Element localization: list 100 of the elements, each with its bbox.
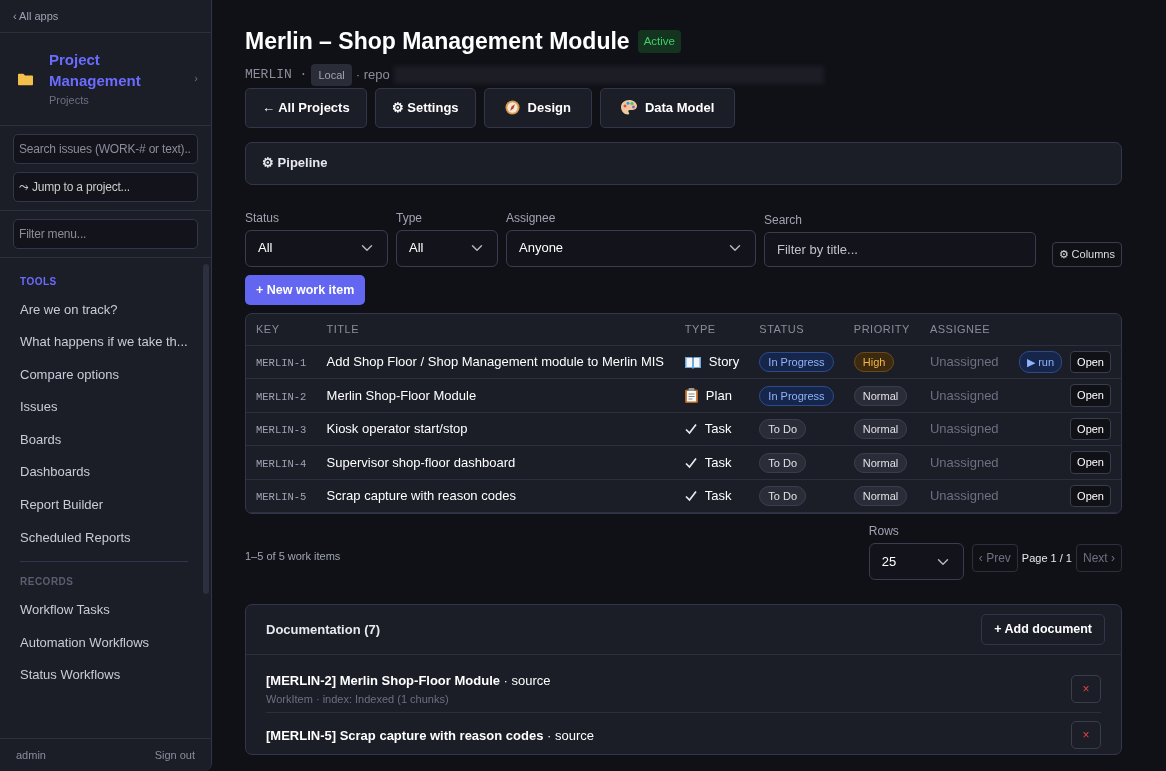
chevron-icon[interactable]: › <box>194 70 198 87</box>
items-summary: 1–5 of 5 work items <box>245 548 341 564</box>
priority-pill: High <box>853 352 895 373</box>
app-subtitle: Projects <box>49 93 90 108</box>
item-key: MERLIN-3 <box>256 424 307 437</box>
item-key: MERLIN-1 <box>256 357 307 370</box>
status-select[interactable]: All <box>245 229 388 267</box>
open-button[interactable]: Open <box>1070 484 1111 508</box>
item-key: MERLIN-4 <box>256 457 307 470</box>
delete-button[interactable]: × <box>1071 721 1101 750</box>
check-icon <box>684 423 697 436</box>
item-title[interactable]: Add Shop Floor / Shop Management module to Merlin MIS <box>326 354 665 370</box>
add-document-button[interactable]: + Add document <box>981 614 1105 646</box>
type-label: Task <box>704 420 732 439</box>
check-icon <box>684 456 697 469</box>
issue-search-field[interactable]: Search issues (WORK-# or text).. <box>13 133 198 164</box>
menu-item[interactable]: Workflow Tasks <box>20 593 203 626</box>
rows-select[interactable]: 25 <box>868 543 964 581</box>
column-header: ASSIGNEE <box>929 323 991 336</box>
type-label: Story <box>708 353 740 372</box>
assignee-label: Unassigned <box>929 488 999 504</box>
item-title[interactable]: Kiosk operator start/stop <box>326 421 468 437</box>
project-key: MERLIN · <box>245 65 308 85</box>
column-header: PRIORITY <box>853 323 910 336</box>
menu-item[interactable]: Status Workflows <box>20 658 203 692</box>
check-icon <box>684 490 697 503</box>
status-badge: Active <box>637 30 681 54</box>
compass-icon <box>504 100 520 116</box>
menu-item[interactable]: Are we on track? <box>20 292 203 326</box>
jump-button[interactable]: ⤳ Jump to a project... <box>13 171 198 202</box>
project-title: Merlin – Shop Management Module <box>245 28 630 56</box>
column-header: KEY <box>256 323 280 336</box>
action-button[interactable]: ← All Projects <box>245 88 367 128</box>
new-item-button[interactable]: + New work item <box>245 274 366 306</box>
menu-item[interactable]: Issues <box>20 390 203 423</box>
priority-pill: Normal <box>853 486 908 507</box>
source-badge: Local <box>311 63 352 87</box>
column-header: STATUS <box>759 323 805 336</box>
action-button[interactable]: Design <box>483 88 592 128</box>
item-title[interactable]: Supervisor shop-floor dashboard <box>326 454 516 470</box>
field-label: Type <box>396 209 423 227</box>
column-header: TYPE <box>684 323 716 336</box>
menu-item[interactable]: What happens if we take th... <box>20 325 203 358</box>
filter-menu-field[interactable]: Filter menu... <box>13 218 198 249</box>
action-button[interactable]: ⚙ Settings <box>374 88 476 128</box>
field-label: Rows <box>868 523 900 541</box>
menu-item[interactable]: Boards <box>20 422 203 456</box>
assignee-label: Unassigned <box>929 354 999 370</box>
title-filter-field[interactable]: Filter by title... <box>764 231 1036 267</box>
field-label: Assignee <box>506 209 557 227</box>
back-link[interactable]: ‹ All apps <box>13 10 59 22</box>
action-button[interactable]: Data Model <box>599 88 736 128</box>
item-key: MERLIN-2 <box>256 390 307 403</box>
delete-button[interactable]: × <box>1071 675 1101 704</box>
assignee-label: Unassigned <box>929 421 999 437</box>
field-label: Search <box>764 211 804 229</box>
priority-pill: Normal <box>853 385 908 406</box>
assignee-label: Unassigned <box>929 387 999 403</box>
item-key: MERLIN-5 <box>256 491 307 504</box>
open-button[interactable]: Open <box>1070 350 1111 374</box>
section-heading: TOOLS <box>20 274 58 289</box>
menu-item[interactable]: Compare options <box>20 357 203 391</box>
book-icon <box>684 355 701 369</box>
app-title[interactable]: Project Management <box>49 48 179 92</box>
type-label: Plan <box>705 386 732 405</box>
document-title[interactable]: [MERLIN-2] Merlin Shop-Floor Module · source <box>266 671 551 691</box>
type-select[interactable]: All <box>396 229 498 267</box>
columns-button[interactable]: ⚙ Columns <box>1051 242 1122 267</box>
pipeline-header[interactable]: ⚙ Pipeline <box>262 153 328 173</box>
menu-item[interactable]: Scheduled Reports <box>20 520 203 554</box>
repo-label: · repo <box>355 66 390 85</box>
section-heading: RECORDS <box>20 575 75 590</box>
document-title[interactable]: [MERLIN-5] Scrap capture with reason codes · source <box>266 725 594 746</box>
status-pill: To Do <box>759 486 807 507</box>
open-button[interactable]: Open <box>1070 417 1111 441</box>
section-title: Documentation (7) <box>266 621 381 640</box>
item-title[interactable]: Merlin Shop-Floor Module <box>326 387 477 403</box>
assignee-label: Unassigned <box>929 454 999 470</box>
folder-icon <box>18 71 33 86</box>
menu-item[interactable]: Report Builder <box>20 488 203 521</box>
menu-item[interactable]: Automation Workflows <box>20 625 203 659</box>
next-button[interactable]: Next › <box>1076 544 1122 573</box>
status-pill: In Progress <box>759 352 834 373</box>
prev-button[interactable]: ‹ Prev <box>971 544 1018 573</box>
menu-item[interactable]: Dashboards <box>20 455 203 489</box>
type-label: Task <box>704 487 732 506</box>
status-pill: In Progress <box>759 385 834 406</box>
assignee-select[interactable]: Anyone <box>506 229 756 267</box>
status-pill: To Do <box>759 452 807 473</box>
type-label: Task <box>704 453 732 472</box>
status-pill: To Do <box>759 419 807 440</box>
open-button[interactable]: Open <box>1070 384 1111 407</box>
run-button[interactable]: ▶ run <box>1019 350 1063 374</box>
document-meta: WorkItem · index: Indexed (1 chunks) <box>266 691 450 707</box>
open-button[interactable]: Open <box>1070 451 1111 474</box>
page-indicator: Page 1 / 1 <box>1021 551 1072 567</box>
priority-pill: Normal <box>853 452 908 473</box>
priority-pill: Normal <box>853 419 908 440</box>
item-title[interactable]: Scrap capture with reason codes <box>326 488 516 504</box>
sign-out-link[interactable]: Sign out <box>154 746 195 763</box>
